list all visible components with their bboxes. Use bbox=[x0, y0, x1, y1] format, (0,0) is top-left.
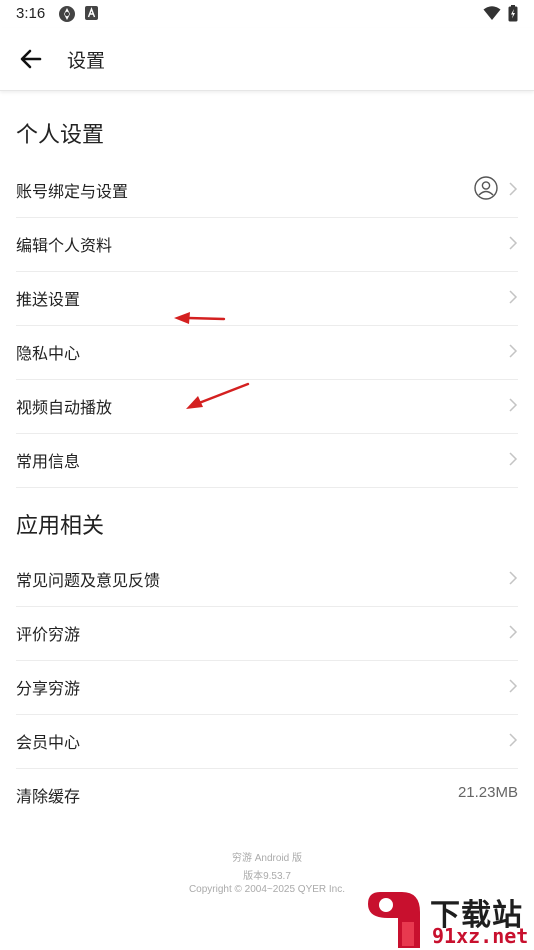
row-label: 视频自动播放 bbox=[16, 398, 113, 417]
battery-icon bbox=[508, 5, 518, 22]
page-title: 设置 bbox=[67, 50, 106, 72]
section-title-personal: 个人设置 bbox=[16, 123, 105, 148]
row-label: 常用信息 bbox=[16, 452, 81, 471]
row-label: 常见问题及意见反馈 bbox=[16, 571, 161, 590]
row-push-settings[interactable]: 推送设置 bbox=[16, 271, 518, 326]
avatar-icon bbox=[474, 176, 498, 200]
row-label: 账号绑定与设置 bbox=[16, 182, 129, 201]
cache-size-value: 21.23MB bbox=[457, 784, 518, 801]
watermark-text-bottom: 91xz.net bbox=[432, 924, 529, 948]
chevron-right-icon bbox=[509, 625, 518, 639]
chevron-right-icon bbox=[509, 182, 518, 196]
row-member-center[interactable]: 会员中心 bbox=[16, 714, 518, 769]
watermark-logo-icon bbox=[368, 892, 420, 948]
chevron-right-icon bbox=[509, 344, 518, 358]
row-label: 推送设置 bbox=[16, 290, 81, 309]
row-share-app[interactable]: 分享穷游 bbox=[16, 660, 518, 715]
status-bar: 3:16 bbox=[0, 0, 534, 28]
row-clear-cache[interactable]: 清除缓存 21.23MB bbox=[16, 768, 518, 822]
row-label: 隐私中心 bbox=[16, 344, 81, 363]
section-title-app: 应用相关 bbox=[16, 514, 105, 539]
row-privacy-center[interactable]: 隐私中心 bbox=[16, 325, 518, 380]
back-button[interactable] bbox=[14, 42, 50, 76]
row-video-autoplay[interactable]: 视频自动播放 bbox=[16, 379, 518, 434]
back-arrow-icon bbox=[20, 49, 42, 69]
chevron-right-icon bbox=[509, 571, 518, 585]
row-common-info[interactable]: 常用信息 bbox=[16, 433, 518, 488]
chevron-right-icon bbox=[509, 452, 518, 466]
app-bar: 设置 bbox=[0, 28, 534, 91]
wifi-icon bbox=[483, 6, 501, 20]
row-label: 分享穷游 bbox=[16, 679, 81, 698]
chevron-right-icon bbox=[509, 679, 518, 693]
watermark: 下载站 91xz.net bbox=[360, 888, 534, 950]
row-label: 会员中心 bbox=[16, 733, 81, 752]
row-account-binding[interactable]: 账号绑定与设置 bbox=[16, 163, 518, 218]
row-label: 编辑个人资料 bbox=[16, 236, 113, 255]
row-label: 评价穷游 bbox=[16, 625, 81, 644]
footer-app-name: 穷游 Android 版 bbox=[231, 853, 303, 864]
status-time: 3:16 bbox=[16, 5, 46, 22]
row-label: 清除缓存 bbox=[16, 787, 81, 806]
footer-version: 版本9.53.7 bbox=[243, 871, 291, 882]
chevron-right-icon bbox=[509, 236, 518, 250]
sync-icon bbox=[59, 6, 75, 22]
chevron-right-icon bbox=[509, 398, 518, 412]
row-faq-feedback[interactable]: 常见问题及意见反馈 bbox=[16, 552, 518, 607]
app-notification-icon bbox=[85, 6, 98, 20]
chevron-right-icon bbox=[509, 290, 518, 304]
row-rate-app[interactable]: 评价穷游 bbox=[16, 606, 518, 661]
chevron-right-icon bbox=[509, 733, 518, 747]
row-edit-profile[interactable]: 编辑个人资料 bbox=[16, 217, 518, 272]
